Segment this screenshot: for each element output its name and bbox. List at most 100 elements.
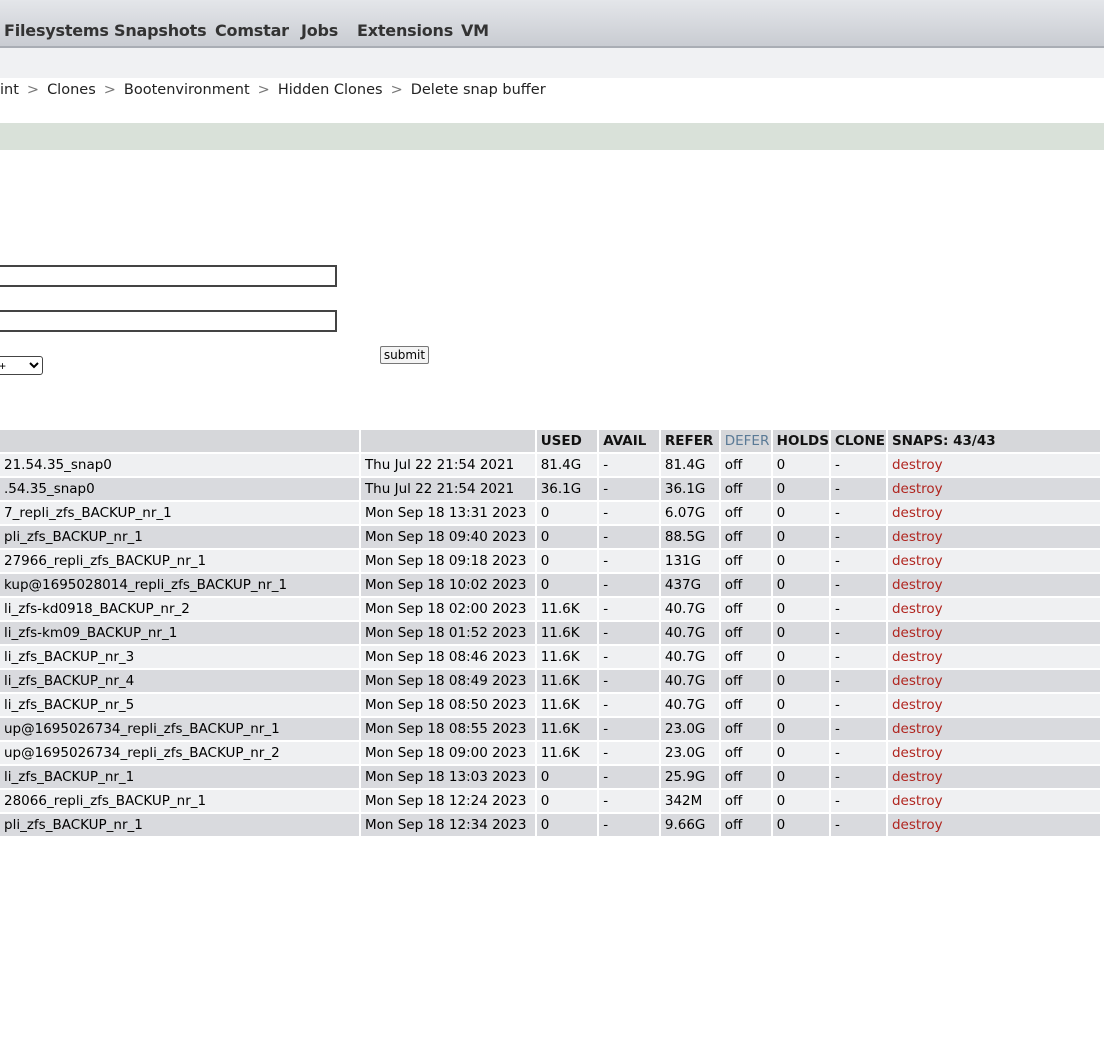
destroy-link[interactable]: destroy — [892, 457, 943, 473]
nav-comstar[interactable]: Comstar — [215, 21, 289, 40]
destroy-link-cell: destroy — [887, 478, 1100, 500]
nav-extensions[interactable]: Extensions — [357, 21, 453, 40]
snapshot-used-cell: 11.6K — [536, 718, 598, 740]
col-header-used[interactable]: USED — [536, 430, 598, 452]
breadcrumb-item-bootenvironment[interactable]: Bootenvironment — [124, 82, 250, 98]
table-row: kup@1695028014_repli_zfs_BACKUP_nr_1 Mon … — [0, 574, 1100, 596]
col-header-refer[interactable]: REFER — [660, 430, 719, 452]
breadcrumb-item-mountpoint[interactable]: int — [0, 82, 19, 98]
snapshot-refer-cell: 40.7G — [660, 670, 719, 692]
snapshot-name-text: li_zfs-kd0918_BACKUP_nr_2 — [4, 601, 190, 617]
destroy-link[interactable]: destroy — [892, 625, 943, 641]
snapshot-holds-cell: 0 — [772, 574, 829, 596]
table-row: 7_repli_zfs_BACKUP_nr_1 Mon Sep 18 13:31 … — [0, 502, 1100, 524]
snapshot-avail-cell: - — [599, 622, 659, 644]
snapshot-name-text: .54.35_snap0 — [4, 481, 95, 497]
table-row: li_zfs-kd0918_BACKUP_nr_2 Mon Sep 18 02:0… — [0, 598, 1100, 620]
snapshot-refer-cell: 9.66G — [660, 814, 719, 836]
breadcrumb-item-hidden-clones[interactable]: Hidden Clones — [278, 82, 383, 98]
snapshot-holds-cell: 0 — [772, 502, 829, 524]
col-header-defer[interactable]: DEFER — [720, 430, 771, 452]
filter-field-1[interactable] — [0, 265, 337, 287]
col-header-holds[interactable]: HOLDS — [772, 430, 829, 452]
destroy-link[interactable]: destroy — [892, 745, 943, 761]
filter-field-2[interactable] — [0, 310, 337, 332]
snapshot-date-cell: Mon Sep 18 01:52 2023 — [360, 622, 535, 644]
col-header-avail[interactable]: AVAIL — [599, 430, 659, 452]
table-body: 21.54.35_snap0 Thu Jul 22 21:54 2021 81.4G… — [0, 454, 1100, 836]
snapshot-used-cell: 0 — [536, 502, 598, 524]
snapshot-holds-cell: 0 — [772, 622, 829, 644]
snapshot-avail-cell: - — [599, 574, 659, 596]
snapshot-refer-cell: 81.4G — [660, 454, 719, 476]
col-header-clone[interactable]: CLONE — [830, 430, 886, 452]
destroy-link[interactable]: destroy — [892, 481, 943, 497]
breadcrumb-item-delete-snap-buffer[interactable]: Delete snap buffer — [411, 82, 546, 98]
destroy-link[interactable]: destroy — [892, 769, 943, 785]
snapshot-refer-cell: 437G — [660, 574, 719, 596]
snapshot-name-text: 7_repli_zfs_BACKUP_nr_1 — [4, 505, 172, 521]
snapshot-defer-cell: off — [720, 622, 771, 644]
snapshot-avail-cell: - — [599, 502, 659, 524]
destroy-link-cell: destroy — [887, 718, 1100, 740]
snapshot-clone-cell: - — [830, 694, 886, 716]
destroy-link-cell: destroy — [887, 550, 1100, 572]
destroy-link[interactable]: destroy — [892, 601, 943, 617]
message-bar — [0, 123, 1104, 150]
snapshot-date-cell: Mon Sep 18 09:18 2023 — [360, 550, 535, 572]
snapshot-name-cell: up@1695026734_repli_zfs_BACKUP_nr_2 — [0, 742, 359, 764]
snapshot-used-cell: 11.6K — [536, 646, 598, 668]
col-header-snaps: SNAPS: 43/43 — [887, 430, 1100, 452]
destroy-link[interactable]: destroy — [892, 505, 943, 521]
destroy-link[interactable]: destroy — [892, 553, 943, 569]
submit-button[interactable]: submit — [380, 346, 429, 364]
snapshot-refer-cell: 342M — [660, 790, 719, 812]
snapshot-refer-cell: 23.0G — [660, 718, 719, 740]
destroy-link[interactable]: destroy — [892, 529, 943, 545]
destroy-link[interactable]: destroy — [892, 793, 943, 809]
snapshot-refer-cell: 40.7G — [660, 622, 719, 644]
top-navigation-bar: Filesystems Snapshots Comstar Jobs Exten… — [0, 0, 1104, 48]
destroy-link[interactable]: destroy — [892, 673, 943, 689]
snapshot-avail-cell: - — [599, 790, 659, 812]
table-row: .54.35_snap0 Thu Jul 22 21:54 2021 36.1G -3… — [0, 478, 1100, 500]
snapshot-holds-cell: 0 — [772, 718, 829, 740]
nav-filesystems[interactable]: Filesystems — [4, 21, 109, 40]
snapshot-avail-cell: - — [599, 694, 659, 716]
destroy-link-cell: destroy — [887, 454, 1100, 476]
destroy-link[interactable]: destroy — [892, 721, 943, 737]
snapshot-clone-cell: - — [830, 718, 886, 740]
destroy-link[interactable]: destroy — [892, 817, 943, 833]
snapshot-defer-cell: off — [720, 478, 771, 500]
filter-select[interactable]: + — [0, 356, 43, 375]
snapshot-clone-cell: - — [830, 574, 886, 596]
snapshot-holds-cell: 0 — [772, 478, 829, 500]
destroy-link[interactable]: destroy — [892, 697, 943, 713]
destroy-link[interactable]: destroy — [892, 577, 943, 593]
snapshot-avail-cell: - — [599, 814, 659, 836]
nav-snapshots[interactable]: Snapshots — [114, 21, 207, 40]
breadcrumb-separator: > — [390, 82, 403, 98]
table-row: li_zfs_BACKUP_nr_3 Mon Sep 18 08:46 2023 1… — [0, 646, 1100, 668]
snapshot-name-cell: kup@1695028014_repli_zfs_BACKUP_nr_1 — [0, 574, 359, 596]
destroy-link-cell: destroy — [887, 574, 1100, 596]
snapshot-avail-cell: - — [599, 454, 659, 476]
snapshot-refer-cell: 25.9G — [660, 766, 719, 788]
snapshot-holds-cell: 0 — [772, 646, 829, 668]
nav-vm[interactable]: VM — [461, 21, 489, 40]
breadcrumb: int > Clones > Bootenvironment > Hidden Clones… — [0, 82, 546, 102]
snapshot-avail-cell: - — [599, 718, 659, 740]
snapshot-defer-cell: off — [720, 814, 771, 836]
destroy-link[interactable]: destroy — [892, 649, 943, 665]
breadcrumb-item-clones[interactable]: Clones — [47, 82, 96, 98]
destroy-link-cell: destroy — [887, 646, 1100, 668]
col-header-name[interactable] — [0, 430, 359, 452]
table-row: pli_zfs_BACKUP_nr_1 Mon Sep 18 12:34 2023… — [0, 814, 1100, 836]
snapshot-name-cell: li_zfs-kd0918_BACKUP_nr_2 — [0, 598, 359, 620]
col-header-date[interactable] — [360, 430, 535, 452]
snapshot-avail-cell: - — [599, 526, 659, 548]
snapshot-defer-cell: off — [720, 454, 771, 476]
nav-jobs[interactable]: Jobs — [301, 21, 338, 40]
table-row: 28066_repli_zfs_BACKUP_nr_1 Mon Sep 18 12… — [0, 790, 1100, 812]
snapshot-used-cell: 0 — [536, 814, 598, 836]
